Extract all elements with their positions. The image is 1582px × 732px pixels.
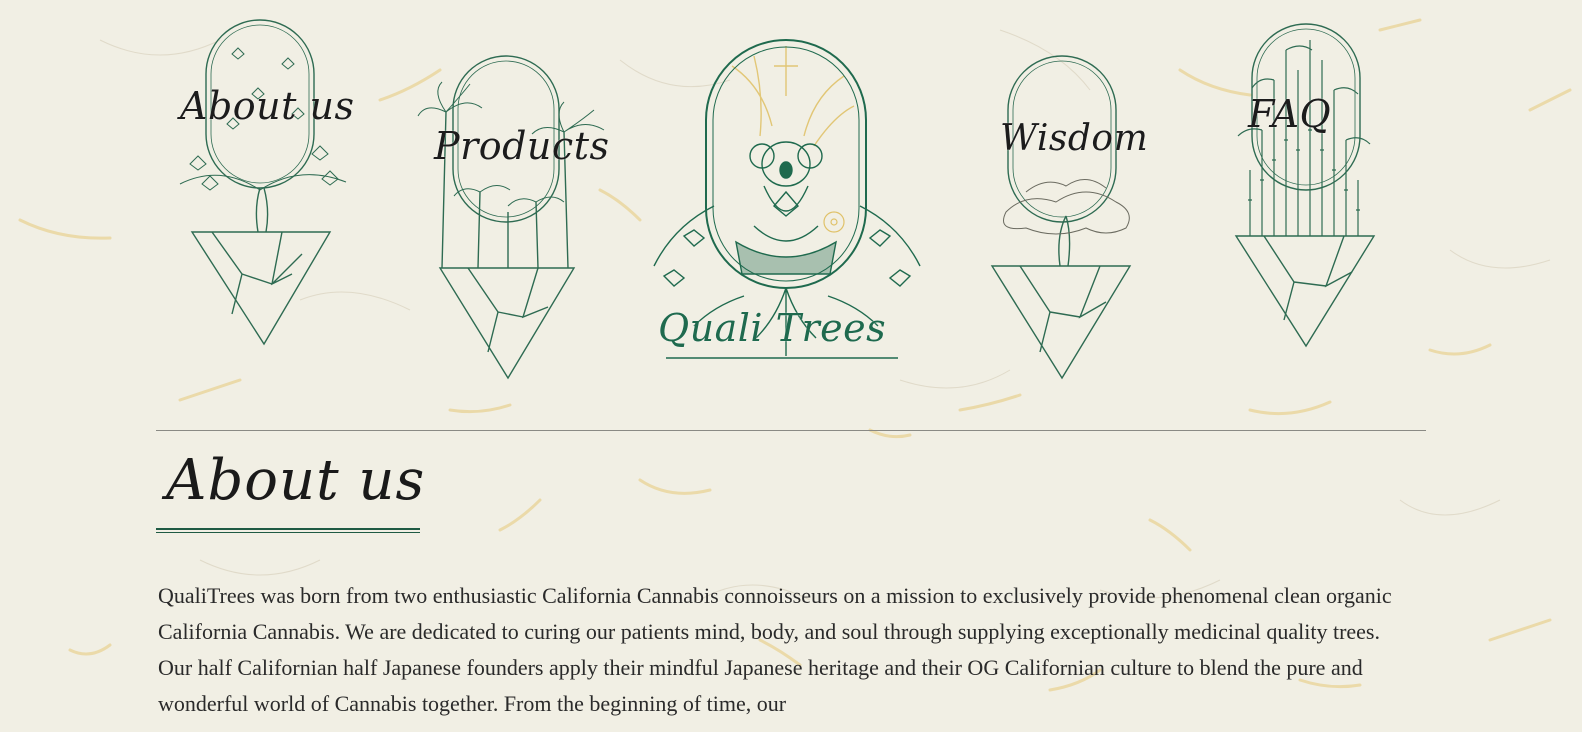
nav-label-about-us: About us: [180, 84, 355, 128]
nav-item-faq[interactable]: FAQ: [1234, 20, 1382, 350]
title-underline: [156, 528, 420, 533]
nav-item-wisdom[interactable]: Wisdom: [990, 52, 1148, 382]
bonsai-tree-icon: [990, 55, 1132, 380]
nav-label-wisdom: Wisdom: [1000, 118, 1149, 159]
nav-item-about-us[interactable]: About us: [172, 14, 356, 349]
logo-text: Quali Trees: [658, 306, 887, 350]
nav-item-products[interactable]: Products: [417, 52, 610, 382]
nav-label-faq: FAQ: [1248, 92, 1332, 136]
maple-tree-icon: [179, 19, 347, 346]
about-us-paragraph: QualiTrees was born from two enthusiasti…: [158, 583, 1392, 716]
bamboo-icon: [1234, 23, 1376, 348]
nav-label-products: Products: [434, 124, 610, 168]
section-title-about-us: About us: [166, 448, 426, 513]
home-logo-link[interactable]: Quali Trees: [653, 36, 921, 366]
section-divider: [156, 430, 1426, 431]
palm-tree-icon: [417, 55, 605, 380]
